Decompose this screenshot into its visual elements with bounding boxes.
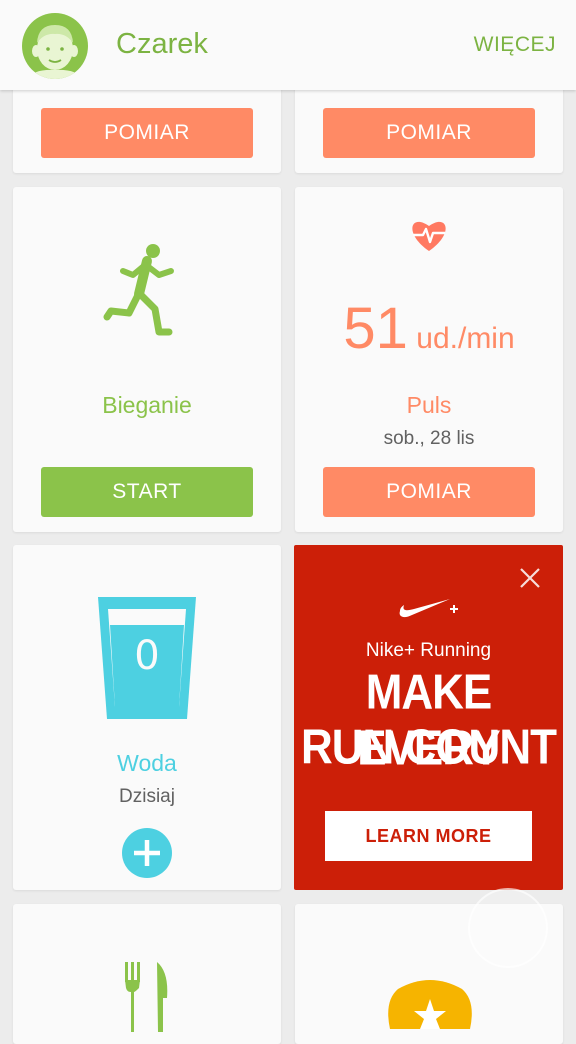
measure-button[interactable]: POMIAR bbox=[323, 108, 535, 158]
pulse-date: sob., 28 lis bbox=[383, 428, 475, 449]
user-name[interactable]: Czarek bbox=[116, 28, 208, 61]
watermark-logo bbox=[468, 888, 548, 968]
water-title: Woda bbox=[117, 750, 177, 776]
start-button[interactable]: START bbox=[41, 467, 253, 517]
nike-swoosh-icon bbox=[399, 599, 458, 618]
pulse-card[interactable]: 51 ud./min Puls sob., 28 lis POMIAR bbox=[295, 187, 563, 532]
measure-button[interactable]: POMIAR bbox=[323, 467, 535, 517]
water-card[interactable]: 0 Woda Dzisiaj bbox=[13, 545, 281, 890]
pulse-reading: 51 ud./min bbox=[295, 295, 563, 362]
measure-button[interactable]: POMIAR bbox=[41, 108, 253, 158]
ad-brand: Nike+ Running bbox=[365, 640, 492, 661]
add-water-button[interactable] bbox=[122, 828, 172, 878]
avatar[interactable] bbox=[22, 13, 88, 79]
food-card[interactable] bbox=[13, 904, 281, 1044]
heart-rate-icon bbox=[412, 221, 446, 251]
pulse-title: Puls bbox=[406, 392, 452, 418]
fork-knife-icon bbox=[125, 962, 168, 1032]
water-count: 0 bbox=[134, 633, 160, 679]
pulse-unit: ud./min bbox=[416, 322, 515, 355]
app-header: Czarek WIĘCEJ bbox=[0, 0, 576, 90]
pulse-value: 51 bbox=[343, 296, 408, 361]
close-icon[interactable] bbox=[519, 567, 541, 589]
nike-ad[interactable]: Nike+ Running MAKE EVERY RUN COUNT LEARN… bbox=[294, 545, 563, 890]
face-icon bbox=[30, 25, 80, 79]
star-badge-icon bbox=[388, 980, 472, 1029]
learn-more-button[interactable]: LEARN MORE bbox=[325, 811, 532, 861]
more-button[interactable]: WIĘCEJ bbox=[474, 33, 556, 57]
water-subtitle: Dzisiaj bbox=[119, 786, 175, 807]
running-title: Bieganie bbox=[102, 392, 192, 418]
ad-headline-line2: RUN COUNT bbox=[301, 720, 557, 775]
running-card[interactable]: Bieganie START bbox=[13, 187, 281, 532]
running-person-icon bbox=[103, 244, 174, 336]
